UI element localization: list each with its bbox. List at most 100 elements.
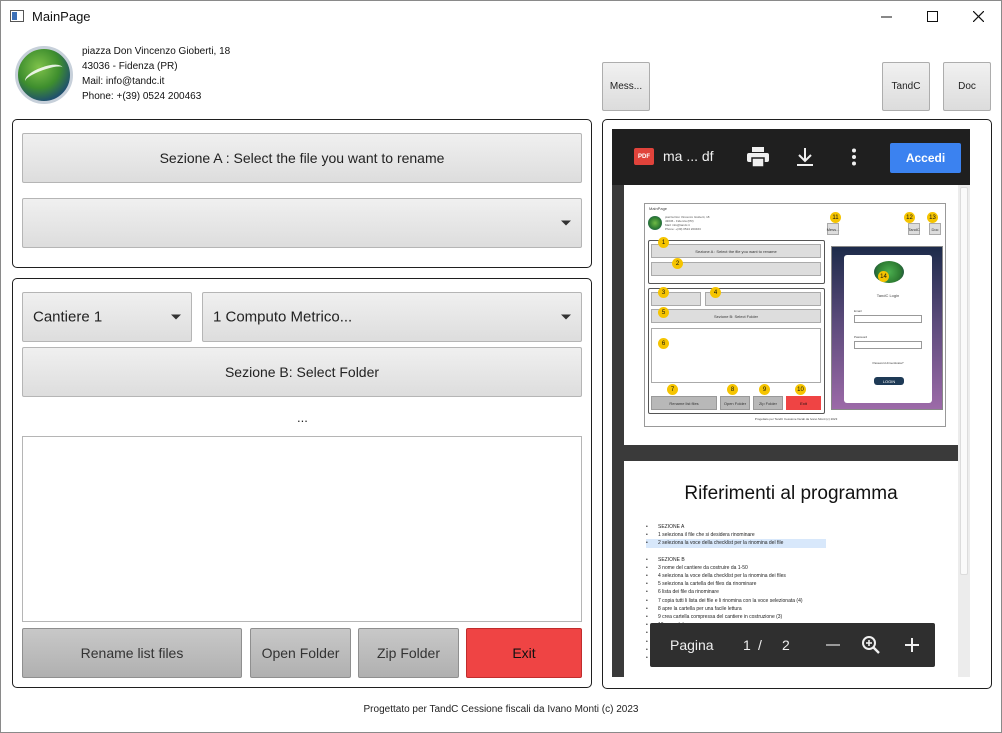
reference-item: 5 seleziona la cartella dei files da rin… (646, 580, 826, 588)
total-pages: 2 (782, 637, 790, 653)
marker-4: 4 (710, 287, 721, 298)
mini-logo (648, 216, 662, 230)
marker-11: 11 (830, 212, 841, 223)
mini-login-button: LOGIN (874, 377, 904, 385)
reference-item: 3 nome del cantiere da costruire da 1-50 (646, 564, 826, 572)
reference-item: 7 copia tutti li lista dei file e li rin… (646, 597, 826, 605)
pdf-filename: ma ... df (663, 148, 714, 164)
reference-item: 6 lista dei file da rinominare (646, 588, 826, 596)
chevron-down-icon (561, 220, 571, 226)
select-folder-button[interactable]: Sezione B: Select Folder (22, 347, 582, 397)
download-icon[interactable] (793, 145, 817, 169)
mini-rename-button: Rename list files (651, 396, 717, 410)
cantiere-combo[interactable]: Cantiere 1 (22, 292, 192, 342)
print-icon[interactable] (746, 145, 770, 169)
main-window: MainPage piazza Don Vincenzo Gioberti, 1… (0, 0, 1002, 733)
mini-login-password-label: Password (854, 335, 868, 339)
zoom-in-icon[interactable] (901, 634, 923, 656)
marker-2: 2 (672, 258, 683, 269)
chevron-down-icon (171, 314, 181, 320)
tandc-button[interactable]: TandC (882, 62, 930, 111)
minimize-button[interactable] (863, 1, 909, 32)
mini-computo-combo (705, 292, 821, 306)
file-type-combo[interactable] (22, 198, 582, 248)
close-window-button[interactable] (955, 1, 1001, 32)
mini-zip-button: Zip Folder (753, 396, 783, 410)
maximize-button[interactable] (909, 1, 955, 32)
page-label: Pagina (670, 637, 714, 653)
marker-7: 7 (667, 384, 678, 395)
folder-path-label: ... (297, 410, 308, 425)
reference-item: 4 seleziona la voce della checklist per … (646, 572, 826, 580)
accedi-button[interactable]: Accedi (890, 143, 961, 173)
references-title: Riferimenti al programma (684, 483, 898, 504)
app-footer: Progettato per TandC Cessione fiscali da… (363, 704, 639, 715)
company-logo (15, 46, 73, 104)
cantiere-combo-value: Cantiere 1 (33, 308, 103, 326)
marker-12: 12 (904, 212, 915, 223)
pdf-pagination-bar: Pagina 1 / 2 (650, 623, 935, 667)
app-window-icon (10, 10, 24, 22)
mini-login-email-label: Email (854, 309, 862, 313)
reference-item: 1 seleziona il file che si desidera rino… (646, 531, 826, 539)
messages-button[interactable]: Mess... (602, 62, 650, 111)
select-file-button[interactable]: Sezione A : Select the file you want to … (22, 133, 582, 183)
maximize-icon (926, 11, 938, 22)
reference-item: 8 apre la cartella per una facile lettur… (646, 605, 826, 613)
zoom-out-icon[interactable] (822, 634, 844, 656)
section-a-panel: Sezione A : Select the file you want to … (12, 119, 592, 268)
pdf-scrollbar-thumb[interactable] (960, 187, 968, 575)
section-b-panel: Cantiere 1 1 Computo Metrico... Sezione … (12, 278, 592, 688)
close-icon (972, 11, 984, 22)
mini-doc-button: Doc (929, 223, 941, 235)
marker-6: 6 (658, 338, 669, 349)
pdf-page-1: MainPage piazza Don Vincenzo Gioberti, 1… (624, 185, 958, 445)
address-line: Phone: +(39) 0524 200463 (82, 91, 202, 102)
mini-mess-button: Mess... (827, 223, 839, 235)
exit-button[interactable]: Exit (466, 628, 582, 678)
mini-address: piazza Don Vincenzo Gioberti, 18 43036 -… (665, 215, 709, 231)
mini-login-email-input (854, 315, 922, 323)
mini-file-list (651, 328, 821, 383)
pdf-viewer[interactable]: PDF ma ... df Accedi MainPage piazza Don… (612, 129, 970, 677)
mini-app-screenshot: MainPage piazza Don Vincenzo Gioberti, 1… (644, 203, 946, 427)
mini-tandc-button: TandC (908, 223, 920, 235)
reference-item: 2 seleziona la voce della checklist per … (646, 539, 827, 548)
zoom-fit-icon[interactable] (860, 634, 882, 656)
marker-1: 1 (658, 237, 669, 248)
marker-13: 13 (927, 212, 938, 223)
computo-combo-value: 1 Computo Metrico... (213, 308, 353, 326)
mini-select-folder: Sezione B: Select Folder (651, 309, 821, 323)
mini-address-line: Phone: +(39) 0524 200463 (665, 227, 701, 231)
company-address: piazza Don Vincenzo Gioberti, 18 43036 -… (82, 44, 230, 104)
title-bar: MainPage (1, 1, 1001, 32)
mini-title: MainPage (649, 206, 668, 211)
marker-9: 9 (759, 384, 770, 395)
reference-item: 9 crea cartella compressa del cantiere i… (646, 613, 826, 621)
current-page-input[interactable]: 1 (743, 637, 751, 653)
reference-item (646, 548, 826, 556)
chevron-down-icon (561, 314, 571, 320)
window-title: MainPage (32, 9, 91, 24)
files-list[interactable] (22, 436, 582, 622)
mini-login-title: TandC Login (876, 293, 900, 298)
open-folder-button[interactable]: Open Folder (250, 628, 351, 678)
marker-5: 5 (658, 307, 669, 318)
mini-select-file: Sezione A : Select the file you want to … (651, 244, 821, 258)
mini-exit-button: Exit (786, 396, 821, 410)
address-line: Mail: info@tandc.it (82, 76, 165, 87)
doc-button[interactable]: Doc (943, 62, 991, 111)
mini-login-view: TandC Login Email Password Password dime… (831, 246, 943, 410)
mini-login-password-input (854, 341, 922, 349)
reference-item: SEZIONE A (646, 523, 826, 531)
more-vert-icon[interactable] (842, 145, 866, 169)
pdf-file-icon: PDF (634, 148, 654, 165)
computo-combo[interactable]: 1 Computo Metrico... (202, 292, 582, 342)
marker-3: 3 (658, 287, 669, 298)
zip-folder-button[interactable]: Zip Folder (358, 628, 459, 678)
pdf-toolbar: PDF ma ... df Accedi (612, 129, 970, 185)
rename-list-files-button[interactable]: Rename list files (22, 628, 242, 678)
reference-item: SEZIONE B (646, 556, 826, 564)
mini-login-forgot: Password dimenticata? (872, 361, 904, 365)
mini-open-button: Open Folder (720, 396, 750, 410)
